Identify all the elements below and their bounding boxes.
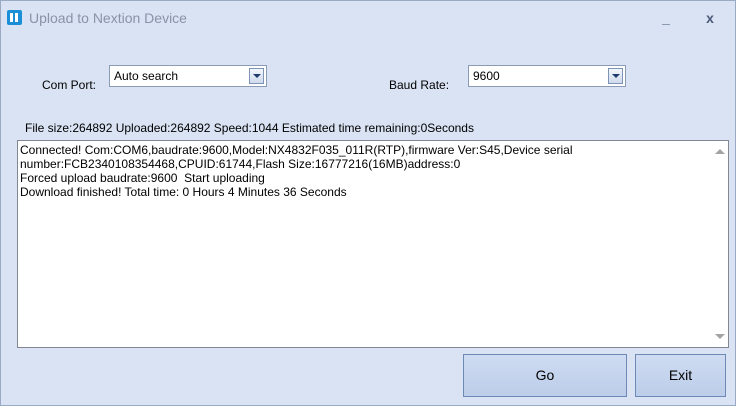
scroll-up-arrow-icon[interactable] — [715, 149, 725, 154]
baud-rate-value: 9600 — [473, 69, 500, 83]
baud-rate-label: Baud Rate: — [389, 78, 450, 92]
title-bar[interactable]: Upload to Nextion Device _ x — [1, 1, 735, 35]
log-textbox[interactable]: Connected! Com:COM6,baudrate:9600,Model:… — [17, 140, 729, 348]
log-scrollbar[interactable] — [711, 141, 728, 347]
exit-button[interactable]: Exit — [635, 354, 726, 397]
nextion-logo-icon — [7, 10, 22, 25]
window-title: Upload to Nextion Device — [29, 10, 187, 26]
close-button[interactable]: x — [697, 7, 723, 29]
chevron-down-icon[interactable] — [608, 68, 623, 84]
file-progress-info: File size:264892 Uploaded:264892 Speed:1… — [25, 121, 474, 135]
minimize-button[interactable]: _ — [653, 7, 679, 29]
com-port-label: Com Port: — [42, 78, 97, 92]
chevron-down-icon[interactable] — [249, 68, 264, 84]
upload-dialog: Upload to Nextion Device _ x Com Port: A… — [0, 0, 736, 406]
log-text: Connected! Com:COM6,baudrate:9600,Model:… — [20, 143, 573, 199]
go-button[interactable]: Go — [463, 354, 627, 397]
scroll-down-arrow-icon[interactable] — [715, 334, 725, 339]
baud-rate-select[interactable]: 9600 — [468, 65, 626, 87]
com-port-value: Auto search — [114, 69, 179, 83]
com-port-select[interactable]: Auto search — [109, 65, 267, 87]
